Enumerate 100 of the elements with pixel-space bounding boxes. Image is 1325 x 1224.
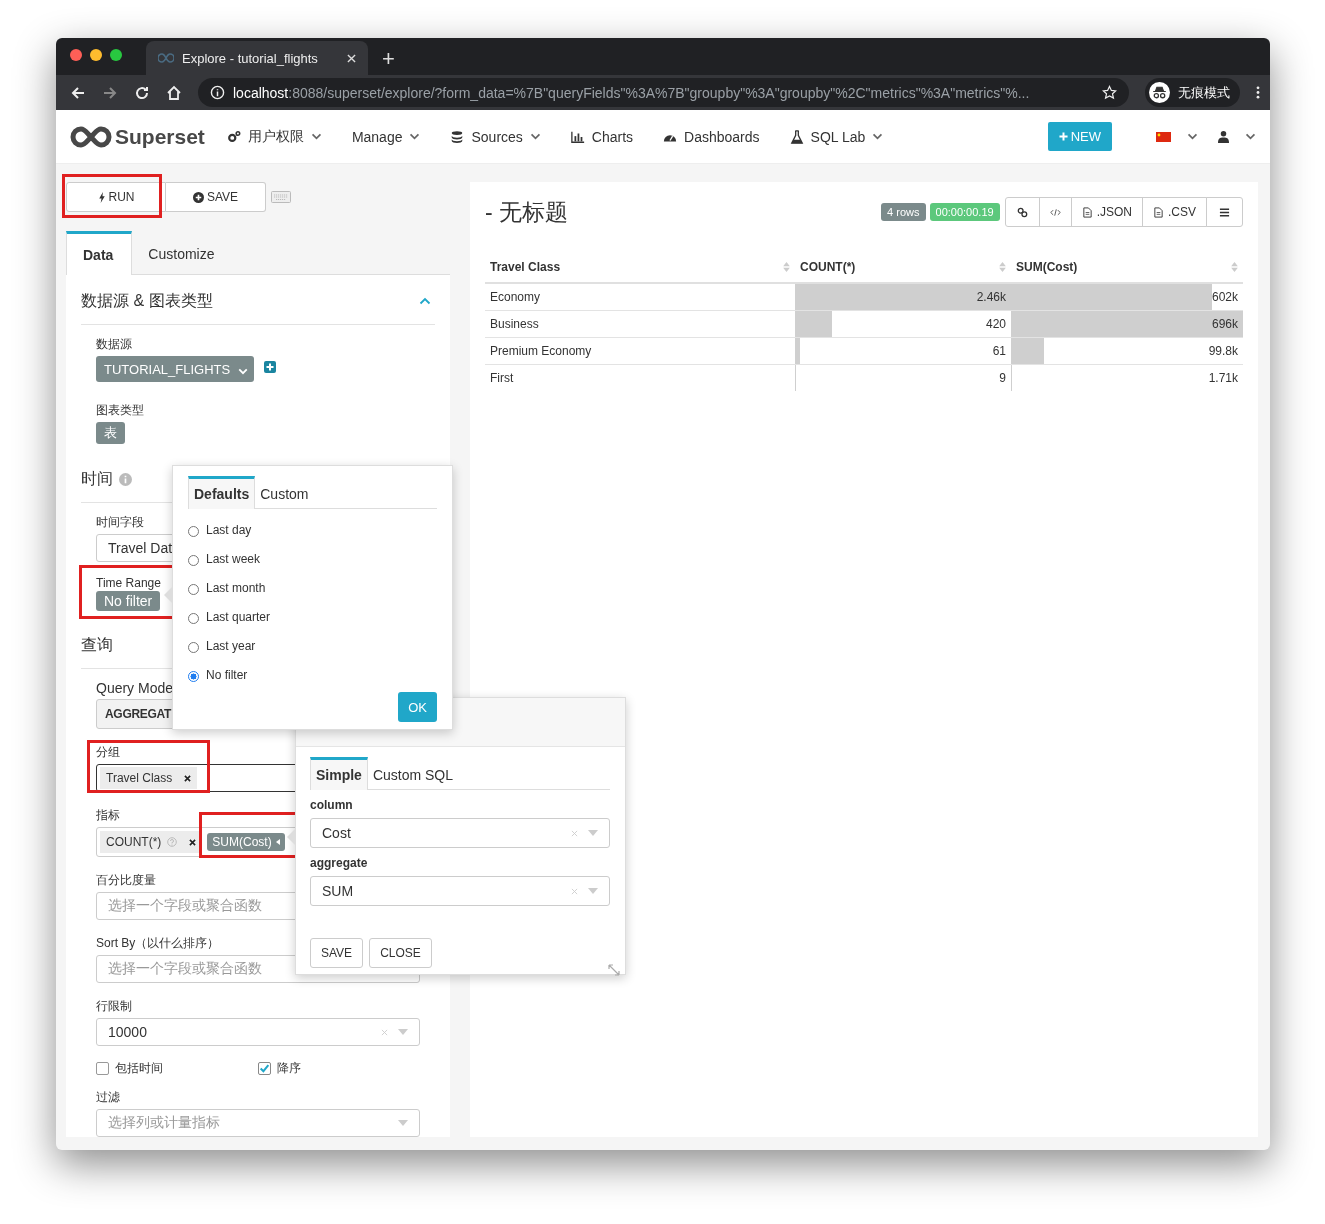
save-button[interactable]: SAVE	[310, 938, 364, 968]
field-label: 时间字段	[96, 514, 144, 531]
chevron-down-icon	[1187, 133, 1198, 140]
table-cell-text: 99.8k	[1208, 344, 1239, 358]
user-icon	[1218, 130, 1229, 143]
datasource-dropdown[interactable]: TUTORIAL_FLIGHTS	[96, 356, 255, 382]
close-dot[interactable]	[70, 49, 82, 61]
language-menu[interactable]	[1156, 131, 1198, 142]
database-icon	[450, 129, 465, 144]
flask-icon	[789, 129, 804, 144]
nav-menu-item[interactable]: 用户权限	[226, 127, 322, 146]
table-cell-text: 61	[992, 344, 1007, 358]
radio-label: Last week	[206, 551, 261, 566]
chart-type-button[interactable]: 表	[96, 422, 125, 444]
table-cell: Business	[485, 310, 795, 338]
close-icon[interactable]	[347, 53, 356, 63]
run-button[interactable]: RUN	[66, 182, 166, 212]
sort-icon	[1231, 262, 1238, 272]
plus-icon	[1058, 132, 1068, 141]
gears-icon	[226, 129, 241, 144]
code-icon	[1049, 206, 1061, 218]
section-title: 数据源 & 图表类型	[81, 290, 213, 311]
column-header[interactable]: Travel Class	[485, 252, 795, 283]
group-by-tag[interactable]: Travel Class	[100, 767, 198, 789]
chevron-down-icon	[238, 367, 249, 375]
incognito-profile-button[interactable]: 无痕模式	[1145, 78, 1240, 107]
resize-icon[interactable]	[608, 964, 620, 976]
field-label: Time Range	[96, 576, 161, 590]
field-label: 数据源	[96, 336, 132, 353]
table-cell-text: 2.46k	[976, 290, 1007, 304]
table-cell-text: 602k	[1211, 290, 1239, 304]
table-cell: Premium Economy	[485, 337, 795, 365]
nav-menu-item[interactable]: Charts	[570, 128, 634, 145]
field-label: 分组	[96, 744, 120, 761]
checkbox[interactable]	[258, 1062, 271, 1075]
radio-label: Last year	[206, 638, 256, 653]
table-cell-text: 696k	[1211, 317, 1239, 331]
bar-chart-icon	[570, 129, 585, 144]
metric-tag[interactable]: SUM(Cost)	[207, 833, 285, 851]
row-count-badge: 4 rows	[881, 203, 926, 221]
flag-icon	[1156, 131, 1171, 142]
radio-label: Last quarter	[206, 609, 271, 624]
table-cell: Economy	[485, 283, 795, 311]
duration-badge: 00:00:00.19	[929, 203, 1000, 221]
browser-tab[interactable]: Explore - tutorial_flights	[146, 41, 368, 75]
radio-label: Last day	[206, 522, 252, 537]
field-label: Sort By（以什么排序）	[96, 935, 220, 952]
nav-menu-item[interactable]: SQL Lab	[789, 128, 884, 145]
menu-button[interactable]	[1206, 197, 1243, 227]
tab-title: Explore - tutorial_flights	[182, 50, 319, 66]
infinity-icon	[158, 53, 174, 63]
brand-name[interactable]: Superset	[115, 124, 205, 149]
remove-icon[interactable]	[184, 774, 192, 782]
home-icon[interactable]	[166, 84, 182, 101]
panel-tab[interactable]: Data	[66, 231, 133, 275]
nav-menu-item[interactable]: Sources	[450, 128, 541, 145]
address-field[interactable]: localhost:8088/superset/explore/?form_data=%7B"queryFields"%3A%7B"groupby"%3A"groupby"%2C"metrics"%3A"metrics"%...	[198, 78, 1129, 107]
add-square-icon[interactable]	[264, 361, 277, 373]
file-icon	[1081, 206, 1093, 218]
chevron-down-icon	[1245, 133, 1256, 140]
time-range-button[interactable]: No filter	[96, 591, 161, 611]
field-label: column	[310, 798, 354, 812]
close-button[interactable]: CLOSE	[369, 938, 432, 968]
panel-tab[interactable]: Customize	[132, 231, 233, 274]
field-label: Query Mode	[96, 680, 174, 696]
section-title: 查询	[81, 634, 113, 655]
popover-tab[interactable]: Defaults	[188, 476, 256, 509]
checkbox[interactable]	[96, 1062, 109, 1075]
sort-icon	[783, 262, 790, 272]
field-label: 百分比度量	[96, 872, 156, 889]
bolt-icon	[97, 191, 106, 203]
section-title: 时间	[81, 468, 113, 489]
reload-icon[interactable]	[134, 84, 150, 101]
file-icon	[1153, 206, 1164, 218]
minimize-dot[interactable]	[90, 49, 102, 61]
export-button[interactable]: .CSV	[1142, 197, 1207, 227]
field-label: 指标	[96, 807, 120, 824]
link-button[interactable]	[1004, 197, 1040, 227]
table-cell-text: 9	[999, 371, 1007, 385]
field-label: aggregate	[310, 856, 369, 870]
bookmark-star-icon[interactable]	[1102, 85, 1117, 100]
chevron-up-icon[interactable]	[419, 297, 431, 305]
nav-menu-item[interactable]: Dashboards	[663, 128, 760, 145]
checkbox-label: 包括时间	[115, 1060, 163, 1077]
back-icon[interactable]	[70, 84, 86, 101]
export-button[interactable]: .JSON	[1070, 197, 1143, 227]
forward-icon[interactable]	[102, 84, 118, 101]
user-menu[interactable]	[1218, 130, 1256, 143]
popover-tab[interactable]: Simple	[310, 757, 368, 790]
save-button[interactable]: SAVE	[166, 182, 266, 212]
remove-icon[interactable]	[189, 838, 197, 846]
radio-button[interactable]	[188, 671, 199, 682]
nav-menu-item[interactable]: Manage	[351, 128, 421, 145]
zoom-dot[interactable]	[110, 49, 122, 61]
plus-circle-icon	[192, 191, 204, 203]
chart-title[interactable]: - 无标题	[485, 196, 569, 228]
new-tab-button[interactable]: +	[382, 48, 395, 70]
popover-tab[interactable]: Custom	[255, 476, 314, 508]
menu-icon[interactable]	[1256, 85, 1260, 100]
info-icon[interactable]	[210, 85, 225, 100]
